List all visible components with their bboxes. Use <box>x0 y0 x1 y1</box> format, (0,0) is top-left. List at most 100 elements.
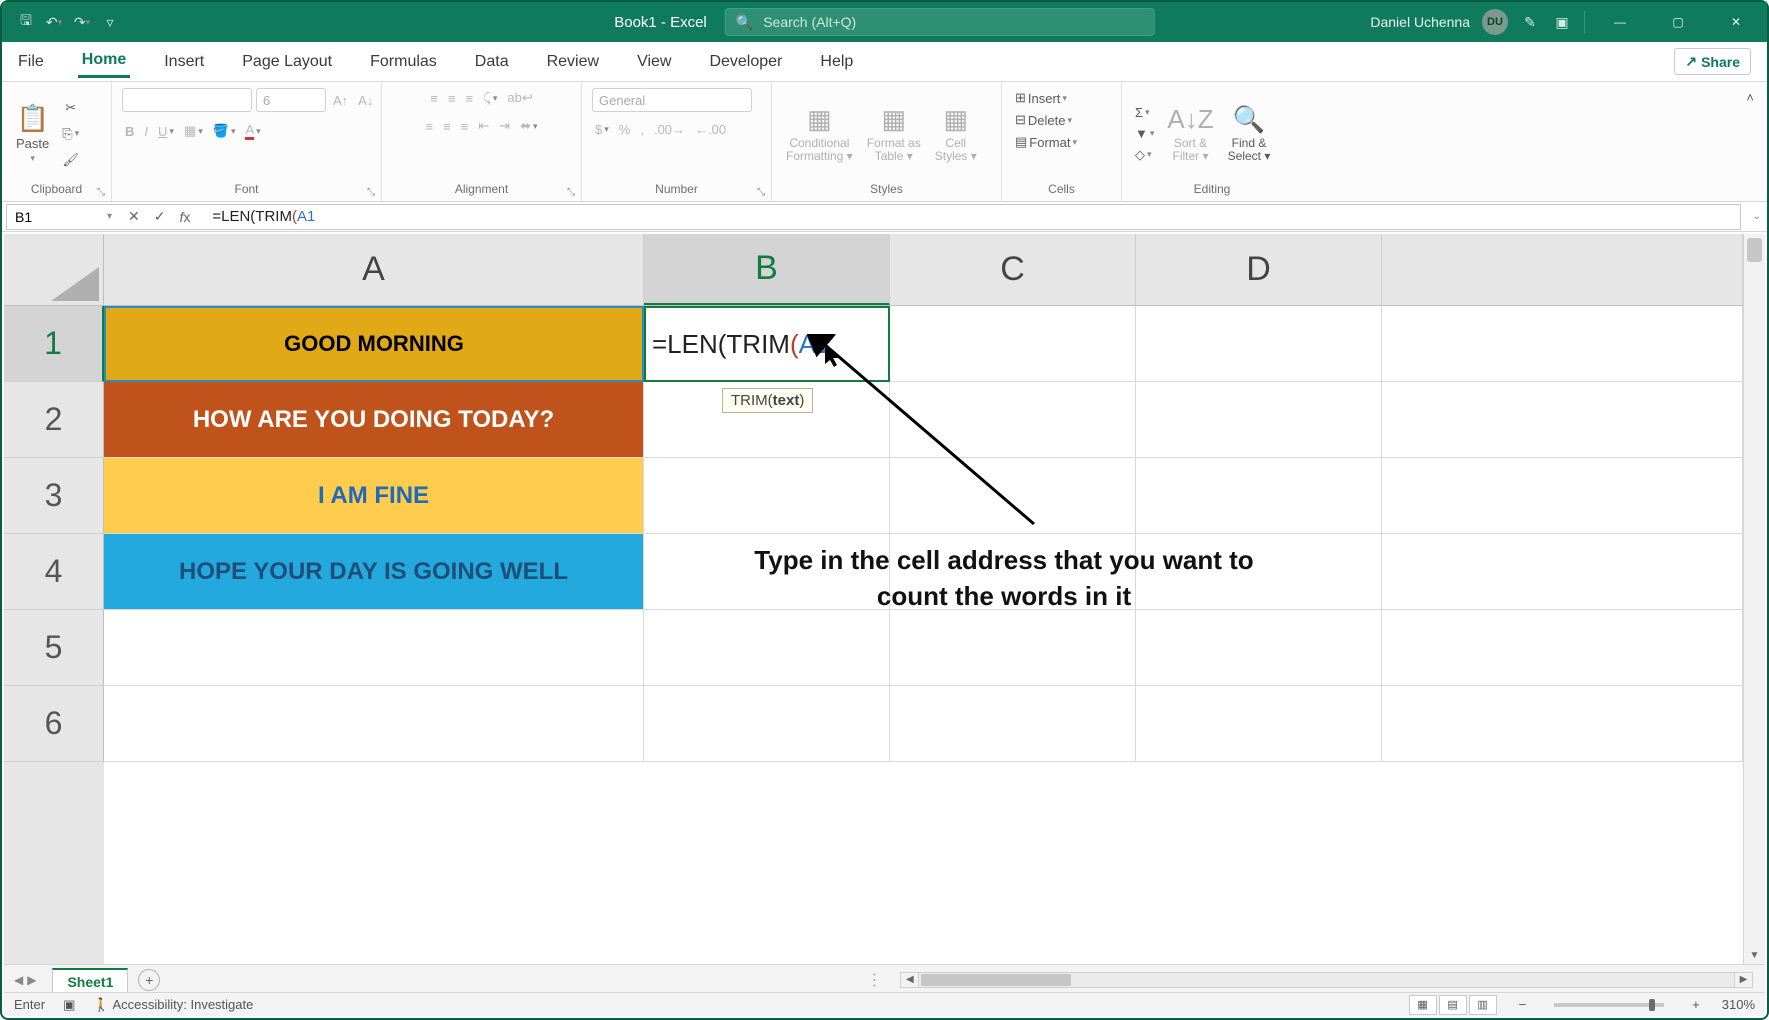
sort-filter-button[interactable]: A↓Z Sort &Filter ▾ <box>1163 102 1217 165</box>
col-header-A[interactable]: A <box>104 234 644 305</box>
col-header-C[interactable]: C <box>890 234 1136 305</box>
row-header-2[interactable]: 2 <box>4 382 104 458</box>
dialog-launcher-icon[interactable]: ⤡ <box>97 187 105 198</box>
ribbon-display-icon[interactable]: ▣ <box>1552 12 1572 32</box>
page-layout-view-button[interactable]: ▤ <box>1439 995 1467 1015</box>
align-middle-icon[interactable]: ≡ <box>445 89 459 108</box>
scroll-down-icon[interactable]: ▼ <box>1744 946 1765 964</box>
fill-color-button[interactable]: 🪣▾ <box>210 121 239 141</box>
cell-B1[interactable]: =LEN(TRIM(A1 TRIM(text) <box>644 306 890 382</box>
tab-splitter[interactable]: ⋮ <box>860 970 888 990</box>
font-color-button[interactable]: A▾ <box>242 120 263 142</box>
cell-A5[interactable] <box>104 610 644 686</box>
cell-C5[interactable] <box>890 610 1136 686</box>
add-sheet-button[interactable]: + <box>138 969 160 991</box>
tab-home[interactable]: Home <box>78 45 130 78</box>
row-header-3[interactable]: 3 <box>4 458 104 534</box>
cell-pad[interactable] <box>1382 610 1743 686</box>
row-header-1[interactable]: 1 <box>4 306 104 382</box>
minimize-button[interactable]: — <box>1597 2 1643 42</box>
cell-pad[interactable] <box>1382 534 1743 610</box>
scroll-left-icon[interactable]: ◀ <box>901 973 919 987</box>
fill-button[interactable]: ▼ ▾ <box>1132 124 1157 143</box>
maximize-button[interactable]: ▢ <box>1655 2 1701 42</box>
sheet-prev-icon[interactable]: ◀ <box>14 973 23 987</box>
tab-developer[interactable]: Developer <box>705 47 786 77</box>
paste-button[interactable]: 📋 Paste ▾ <box>12 101 53 166</box>
cell-A1[interactable]: GOOD MORNING <box>104 306 644 382</box>
insert-cells-button[interactable]: ⊞ Insert ▾ <box>1012 88 1070 108</box>
cell-D6[interactable] <box>1136 686 1382 762</box>
cell-C3[interactable] <box>890 458 1136 534</box>
col-header-pad[interactable] <box>1382 234 1743 305</box>
align-top-icon[interactable]: ≡ <box>427 89 441 108</box>
name-box[interactable]: B1 ▾ <box>6 204 116 230</box>
number-format-dropdown[interactable]: General <box>592 88 752 112</box>
cell-B3[interactable] <box>644 458 890 534</box>
cells-area[interactable]: GOOD MORNING =LEN(TRIM(A1 TRIM(text) HOW… <box>104 306 1743 964</box>
decrease-font-icon[interactable]: A↓ <box>355 91 376 110</box>
pen-icon[interactable]: ✎ <box>1520 12 1540 32</box>
redo-icon[interactable]: ↷▾ <box>72 12 92 32</box>
cell-A2[interactable]: HOW ARE YOU DOING TODAY? <box>104 382 644 458</box>
align-bottom-icon[interactable]: ≡ <box>462 89 476 108</box>
cancel-formula-icon[interactable]: ✕ <box>122 208 146 225</box>
cell-pad[interactable] <box>1382 306 1743 382</box>
percent-format-icon[interactable]: % <box>616 120 634 139</box>
cell-styles-button[interactable]: ▦ CellStyles ▾ <box>931 102 981 165</box>
dialog-launcher-icon[interactable]: ⤡ <box>567 187 575 198</box>
accessibility-status[interactable]: 🚶 Accessibility: Investigate <box>93 997 253 1013</box>
decrease-decimal-icon[interactable]: ←.00 <box>692 120 729 139</box>
tab-file[interactable]: File <box>14 47 48 77</box>
increase-decimal-icon[interactable]: .00→ <box>651 120 688 139</box>
align-left-icon[interactable]: ≡ <box>422 117 436 136</box>
save-icon[interactable]: 🖫 <box>16 12 36 32</box>
tab-page-layout[interactable]: Page Layout <box>238 47 336 77</box>
wrap-text-icon[interactable]: ab↩ <box>504 88 535 108</box>
zoom-thumb[interactable] <box>1649 999 1655 1011</box>
tab-insert[interactable]: Insert <box>160 47 208 77</box>
user-name[interactable]: Daniel Uchenna <box>1370 14 1470 30</box>
page-break-view-button[interactable]: ▥ <box>1469 995 1497 1015</box>
search-box[interactable]: 🔍 Search (Alt+Q) <box>725 8 1155 36</box>
dialog-launcher-icon[interactable]: ⤡ <box>367 187 375 198</box>
italic-button[interactable]: I <box>141 122 151 141</box>
find-select-button[interactable]: 🔍 Find &Select ▾ <box>1224 102 1275 165</box>
chevron-down-icon[interactable]: ▾ <box>107 211 112 222</box>
scroll-thumb[interactable] <box>1747 238 1762 262</box>
cell-D3[interactable] <box>1136 458 1382 534</box>
normal-view-button[interactable]: ▦ <box>1409 995 1437 1015</box>
sheet-tab-sheet1[interactable]: Sheet1 <box>52 968 128 994</box>
macro-record-icon[interactable]: ▣ <box>63 997 75 1013</box>
tab-data[interactable]: Data <box>471 47 513 77</box>
cell-pad[interactable] <box>1382 458 1743 534</box>
fx-icon[interactable]: fx <box>173 209 196 225</box>
increase-indent-icon[interactable]: ⇥ <box>496 116 513 136</box>
cell-C2[interactable] <box>890 382 1136 458</box>
autosum-button[interactable]: Σ ▾ <box>1132 103 1153 122</box>
share-button[interactable]: ↗ Share <box>1674 48 1751 75</box>
cell-C6[interactable] <box>890 686 1136 762</box>
cell-A3[interactable]: I AM FINE <box>104 458 644 534</box>
tab-view[interactable]: View <box>633 47 675 77</box>
font-name-dropdown[interactable] <box>122 88 252 112</box>
col-header-B[interactable]: B <box>644 234 890 305</box>
dialog-launcher-icon[interactable]: ⤡ <box>757 187 765 198</box>
zoom-out-button[interactable]: − <box>1515 997 1531 1012</box>
sheet-next-icon[interactable]: ▶ <box>27 973 36 987</box>
cell-D2[interactable] <box>1136 382 1382 458</box>
format-as-table-button[interactable]: ▦ Format asTable ▾ <box>863 102 925 165</box>
cell-C1[interactable] <box>890 306 1136 382</box>
row-header-6[interactable]: 6 <box>4 686 104 762</box>
bold-button[interactable]: B <box>122 122 137 141</box>
cell-A6[interactable] <box>104 686 644 762</box>
cell-D5[interactable] <box>1136 610 1382 686</box>
cut-button[interactable]: ✂ <box>62 98 79 118</box>
conditional-formatting-button[interactable]: ▦ ConditionalFormatting ▾ <box>782 102 857 165</box>
orientation-icon[interactable]: ⤹▾ <box>480 88 500 108</box>
accounting-format-icon[interactable]: $▾ <box>592 120 612 139</box>
align-right-icon[interactable]: ≡ <box>458 117 472 136</box>
row-header-5[interactable]: 5 <box>4 610 104 686</box>
cell-D1[interactable] <box>1136 306 1382 382</box>
align-center-icon[interactable]: ≡ <box>440 117 454 136</box>
